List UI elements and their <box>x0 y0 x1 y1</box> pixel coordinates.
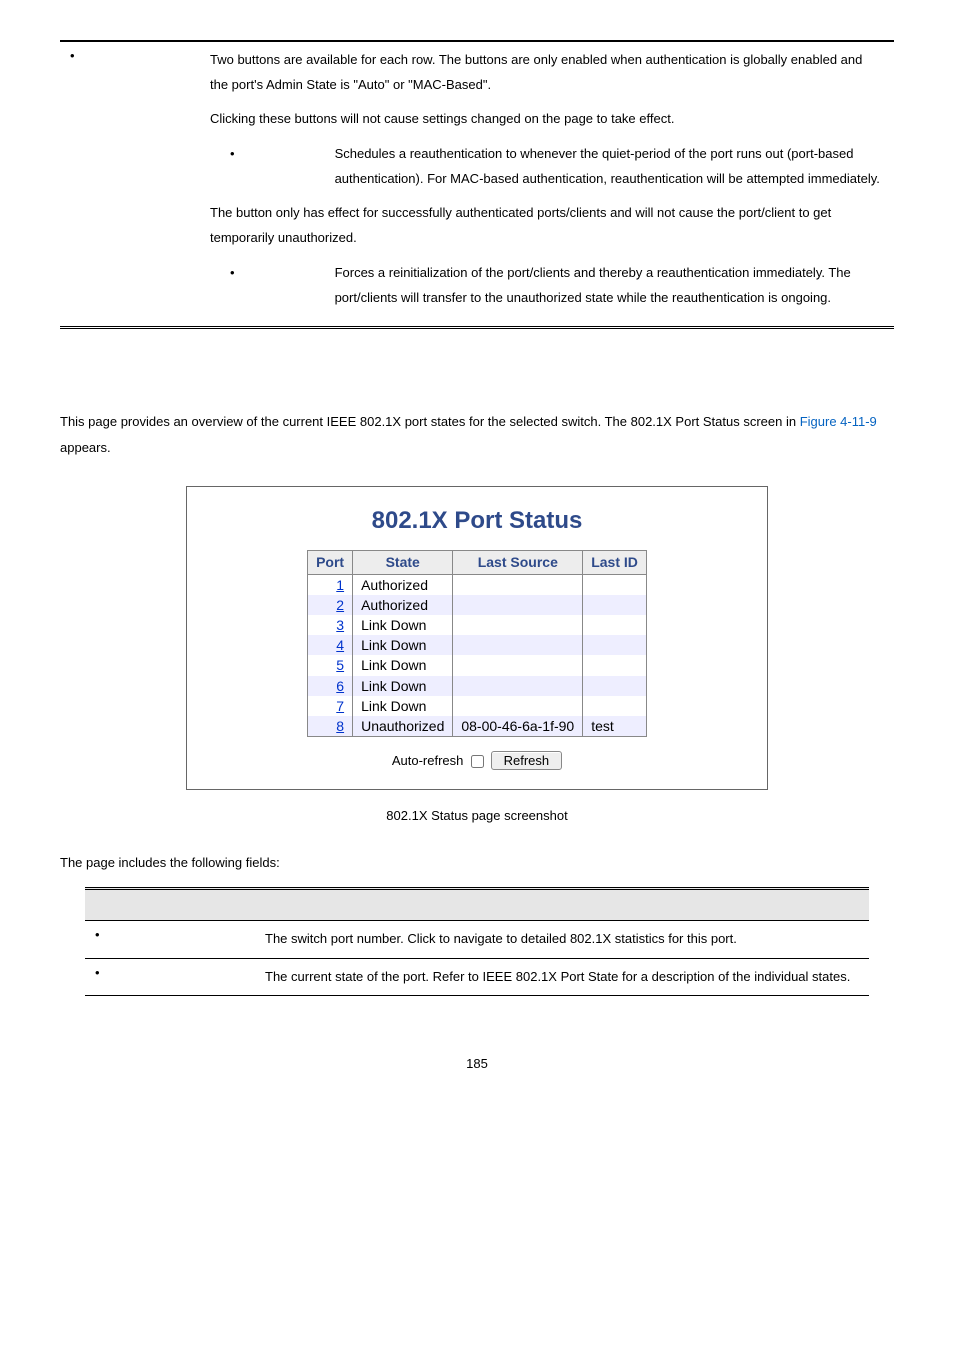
fields-table: • The switch port number. Click to navig… <box>85 887 869 996</box>
port-status-table: Port State Last Source Last ID 1Authoriz… <box>307 550 647 737</box>
port-state: Link Down <box>353 615 453 635</box>
port-last-source <box>453 676 583 696</box>
table-row: 7Link Down <box>308 696 647 716</box>
port-state: Link Down <box>353 655 453 675</box>
port-status-screenshot: 802.1X Port Status Port State Last Sourc… <box>186 486 768 790</box>
col-header-lastid: Last ID <box>583 551 647 574</box>
port-link[interactable]: 4 <box>308 635 353 655</box>
port-state: Link Down <box>353 635 453 655</box>
port-last-source <box>453 696 583 716</box>
desc-bullet-item: • Schedules a reauthentication to whenev… <box>210 142 884 191</box>
port-last-id <box>583 655 647 675</box>
table-row: 6Link Down <box>308 676 647 696</box>
port-last-source <box>453 574 583 595</box>
bullet-text: Forces a reinitialization of the port/cl… <box>335 261 884 310</box>
auto-refresh-label: Auto-refresh <box>392 753 464 768</box>
table-row: 2Authorized <box>308 595 647 615</box>
fields-row-label: • <box>85 920 255 958</box>
port-link[interactable]: 1 <box>308 574 353 595</box>
col-header-state: State <box>353 551 453 574</box>
top-description-table: • Two buttons are available for each row… <box>60 40 894 329</box>
desc-paragraph: Two buttons are available for each row. … <box>210 48 884 97</box>
port-last-id <box>583 676 647 696</box>
fields-row-desc: The switch port number. Click to navigat… <box>255 920 869 958</box>
fields-row-label: • <box>85 958 255 996</box>
port-link[interactable]: 7 <box>308 696 353 716</box>
port-state: Link Down <box>353 676 453 696</box>
table-row: 8Unauthorized08-00-46-6a-1f-90test <box>308 716 647 737</box>
fields-header-right <box>255 888 869 920</box>
port-last-source <box>453 615 583 635</box>
intro-part1: This page provides an overview of the cu… <box>60 414 800 429</box>
refresh-button[interactable]: Refresh <box>491 751 563 770</box>
port-link[interactable]: 5 <box>308 655 353 675</box>
bullet-icon: • <box>230 261 235 310</box>
table-row: 1Authorized <box>308 574 647 595</box>
table-row: 4Link Down <box>308 635 647 655</box>
port-last-source <box>453 655 583 675</box>
bullet-icon: • <box>230 142 235 191</box>
port-link[interactable]: 3 <box>308 615 353 635</box>
port-state: Authorized <box>353 574 453 595</box>
fields-header-row <box>85 888 869 920</box>
screenshot-title: 802.1X Port Status <box>197 505 757 536</box>
figure-caption: 802.1X Status page screenshot <box>60 808 894 825</box>
port-last-id: test <box>583 716 647 737</box>
col-header-lastsource: Last Source <box>453 551 583 574</box>
intro-part2: appears. <box>60 440 111 455</box>
col-header-port: Port <box>308 551 353 574</box>
port-state: Authorized <box>353 595 453 615</box>
intro-paragraph: This page provides an overview of the cu… <box>60 409 894 461</box>
port-link[interactable]: 2 <box>308 595 353 615</box>
desc-paragraph: The button only has effect for successfu… <box>210 201 884 250</box>
fields-intro-text: The page includes the following fields: <box>60 855 894 872</box>
fields-row: • The switch port number. Click to navig… <box>85 920 869 958</box>
port-last-id <box>583 635 647 655</box>
figure-link[interactable]: Figure 4-11-9 <box>800 414 877 429</box>
bullet-text: Schedules a reauthentication to whenever… <box>335 142 884 191</box>
port-last-id <box>583 595 647 615</box>
port-link[interactable]: 8 <box>308 716 353 737</box>
port-last-source: 08-00-46-6a-1f-90 <box>453 716 583 737</box>
top-row-label-cell: • <box>60 41 200 328</box>
table-row: 5Link Down <box>308 655 647 675</box>
fields-row-desc: The current state of the port. Refer to … <box>255 958 869 996</box>
fields-row: • The current state of the port. Refer t… <box>85 958 869 996</box>
port-state: Unauthorized <box>353 716 453 737</box>
refresh-controls: Auto-refresh Refresh <box>197 751 757 771</box>
port-last-id <box>583 574 647 595</box>
port-last-source <box>453 595 583 615</box>
port-last-id <box>583 696 647 716</box>
port-link[interactable]: 6 <box>308 676 353 696</box>
page-number: 185 <box>60 1056 894 1073</box>
desc-bullet-item: • Forces a reinitialization of the port/… <box>210 261 884 310</box>
top-row-description-cell: Two buttons are available for each row. … <box>200 41 894 328</box>
fields-header-left <box>85 888 255 920</box>
table-row: 3Link Down <box>308 615 647 635</box>
desc-paragraph: Clicking these buttons will not cause se… <box>210 107 884 132</box>
port-last-source <box>453 635 583 655</box>
port-state: Link Down <box>353 696 453 716</box>
auto-refresh-checkbox[interactable] <box>471 755 484 768</box>
port-last-id <box>583 615 647 635</box>
